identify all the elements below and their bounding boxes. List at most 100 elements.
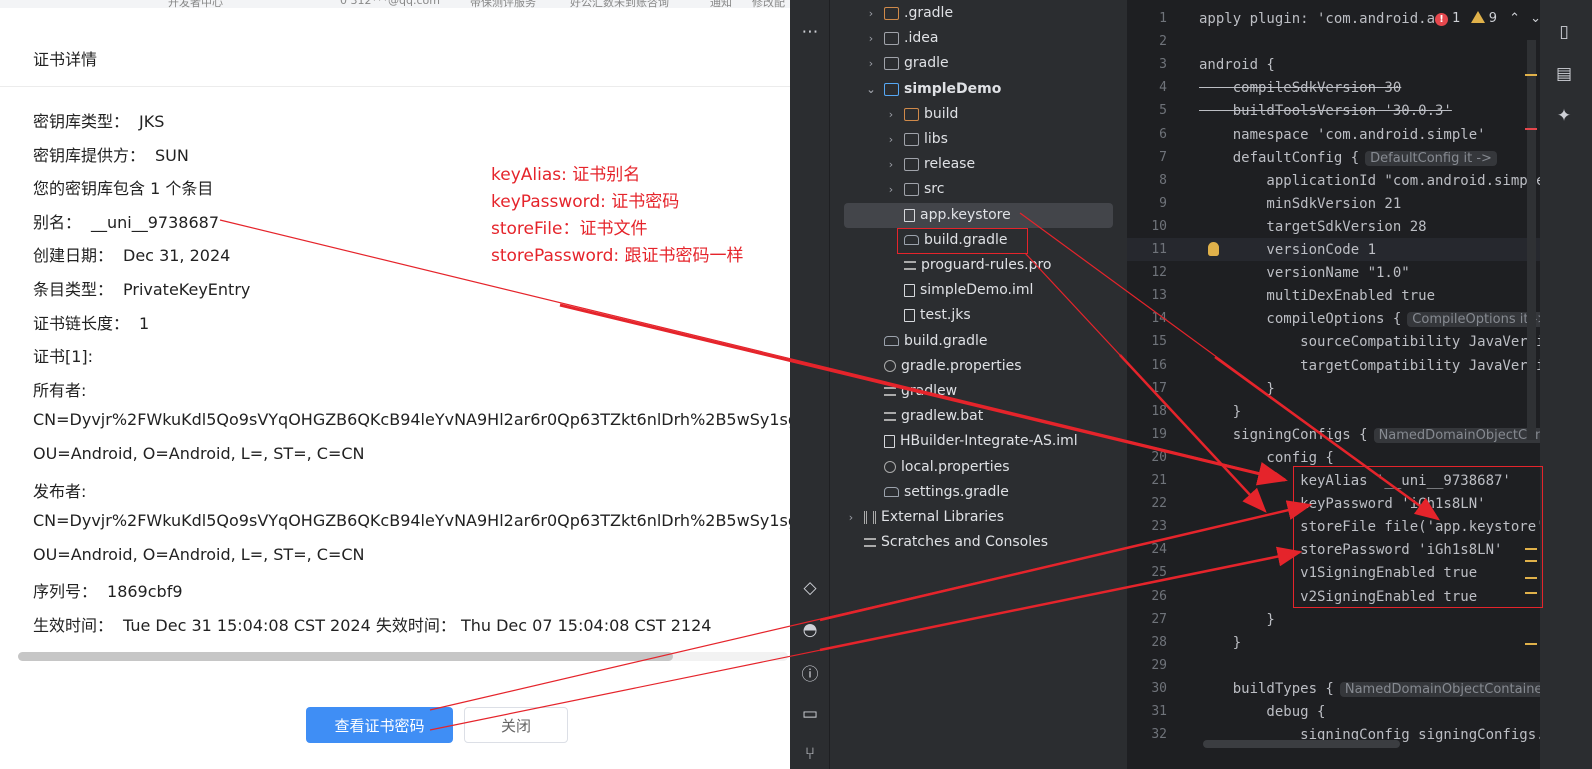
code-editor[interactable]: 1 2 3 4 5 6 7 8 9 10 11 12 13 14 15 16 17 18 19 20 21 22 23 24 2… [1127, 0, 1592, 769]
top-nav-item[interactable]: 好公汇数未到账咨询 [570, 0, 669, 8]
tree-item[interactable]: HBuilder-Integrate-AS.iml [864, 429, 1078, 454]
file-icon [904, 208, 915, 222]
tree-item[interactable]: › src [884, 177, 945, 202]
top-nav-item[interactable]: 带保测评服务 [470, 0, 536, 8]
chevron-down-icon[interactable]: ⌄ [864, 77, 878, 102]
code-line[interactable]: defaultConfig {DefaultConfig it -> [1199, 147, 1497, 170]
tree-item[interactable]: › External Libraries [844, 505, 1004, 530]
terminal-icon[interactable]: ▭ [798, 702, 822, 726]
tree-item[interactable]: app.keystore [884, 203, 1011, 228]
code-line[interactable]: multiDexEnabled true [1199, 285, 1435, 308]
tree-item[interactable]: test.jks [884, 303, 971, 328]
horizontal-scrollbar[interactable] [18, 652, 788, 661]
tree-item[interactable]: proguard-rules.pro [884, 253, 1051, 278]
chevron-right-icon[interactable]: › [864, 51, 878, 76]
tree-item[interactable]: gradlew.bat [864, 404, 983, 429]
chevron-right-icon[interactable]: › [884, 127, 898, 152]
more-icon[interactable]: ⋯ [798, 20, 822, 44]
inspection-widget[interactable]: ! 1 9 ⌃ ⌄ [1435, 11, 1541, 26]
code-line[interactable]: versionCode 1 [1199, 239, 1376, 262]
tree-item-label: libs [924, 131, 948, 147]
code-line[interactable]: minSdkVersion 21 [1199, 193, 1401, 216]
tree-item[interactable]: › .idea [864, 26, 939, 51]
top-nav-item[interactable]: 修改配 [752, 0, 785, 8]
git-icon[interactable]: ⑂ [798, 742, 822, 766]
close-button[interactable]: 关闭 [464, 707, 568, 743]
problems-icon[interactable]: ⓘ [798, 660, 822, 685]
detail-label: 证书[1]: [33, 347, 94, 367]
error-icon: ! [1435, 13, 1448, 26]
tree-item[interactable]: settings.gradle [864, 480, 1009, 505]
lightbulb-icon[interactable] [1208, 242, 1219, 256]
line-number: 31 [1151, 704, 1167, 719]
chevron-right-icon[interactable]: › [864, 1, 878, 26]
code-line[interactable]: } [1199, 378, 1274, 401]
detail-row: 生效时间： Tue Dec 31 15:04:08 CST 2024 失效时间： … [33, 612, 711, 636]
code-line[interactable]: versionName "1.0" [1199, 262, 1409, 285]
layout-icon[interactable]: ▤ [1552, 62, 1576, 86]
code-text: applicationId "com.android.simple" [1199, 172, 1554, 189]
chevron-right-icon[interactable]: › [844, 505, 858, 530]
code-line[interactable]: targetCompatibility JavaVersio [1199, 355, 1553, 378]
gem-icon[interactable]: ◇ [798, 576, 822, 600]
code-line[interactable]: apply plugin: 'com.android.a [1199, 8, 1435, 31]
chevron-right-icon[interactable]: › [884, 177, 898, 202]
code-line[interactable]: namespace 'com.android.simple' [1199, 124, 1486, 147]
top-nav-item[interactable]: 通知 [710, 0, 732, 8]
code-line[interactable]: compileSdkVersion 30 [1199, 77, 1402, 100]
line-number: 5 [1159, 103, 1167, 119]
editor-horizontal-scrollbar[interactable] [1203, 740, 1400, 748]
annotation-line: storeFile：证书文件 [491, 219, 648, 239]
code-line[interactable]: sourceCompatibility JavaVersio [1199, 331, 1553, 354]
code-line[interactable]: } [1199, 609, 1274, 632]
module-icon [884, 82, 899, 96]
tree-item[interactable]: simpleDemo.iml [884, 278, 1033, 303]
tree-item-label: Scratches and Consoles [881, 534, 1048, 551]
gear-icon [884, 360, 896, 373]
view-password-button[interactable]: 查看证书密码 [306, 707, 453, 743]
folder-icon [904, 133, 919, 146]
tree-item-label: settings.gradle [904, 483, 1009, 500]
tree-item[interactable]: › .gradle [864, 1, 953, 26]
tree-item[interactable]: Scratches and Consoles [844, 530, 1048, 555]
scrollbar-thumb[interactable] [18, 652, 673, 661]
detail-value: 1 [139, 313, 150, 333]
code-line[interactable]: compileOptions {CompileOptions it -> [1199, 308, 1554, 331]
tree-item[interactable]: gradlew [864, 379, 957, 404]
code-line[interactable]: buildToolsVersion '30.0.3' [1199, 100, 1452, 123]
tree-item[interactable]: gradle.properties [864, 354, 1022, 379]
code-line[interactable]: android { [1199, 54, 1275, 77]
code-line[interactable]: } [1199, 401, 1241, 424]
line-number: 10 [1151, 218, 1167, 234]
tree-item[interactable]: › release [884, 152, 975, 177]
tree-item-label: build [924, 105, 959, 122]
chevron-right-icon[interactable]: › [884, 152, 898, 177]
code-text: namespace 'com.android.simple' [1199, 126, 1486, 143]
chevron-right-icon[interactable]: › [884, 102, 898, 127]
tree-item[interactable]: › gradle [864, 51, 949, 76]
code-line[interactable]: applicationId "com.android.simple" [1199, 170, 1553, 193]
sparkle-icon[interactable]: ✦ [1552, 104, 1576, 128]
top-nav-item[interactable]: 开发者中心 [168, 0, 223, 8]
tree-item[interactable]: local.properties [864, 455, 1010, 480]
tree-item[interactable]: › build [884, 102, 959, 127]
tree-item[interactable]: ⌄ simpleDemo [864, 77, 1001, 102]
code-line[interactable]: signingConfigs {NamedDomainObjectConta [1199, 424, 1562, 447]
chevron-up-icon[interactable]: ⌃ [1509, 11, 1520, 26]
tree-item[interactable]: build.gradle [864, 329, 988, 354]
code-line[interactable]: debug { [1199, 701, 1325, 724]
code-text: } [1199, 403, 1242, 420]
tree-item[interactable]: › libs [884, 127, 948, 152]
code-line[interactable]: } [1199, 632, 1241, 655]
file-icon[interactable]: ▯ [1552, 20, 1576, 44]
line-number: 14 [1151, 311, 1167, 327]
top-nav-item[interactable]: 0 312***@qq.com [340, 0, 440, 7]
line-number: 11 [1151, 242, 1167, 257]
cat-icon[interactable]: ◓ [798, 618, 822, 642]
line-number: 3 [1159, 57, 1167, 73]
folder-icon [904, 183, 919, 197]
code-line[interactable]: targetSdkVersion 28 [1199, 216, 1426, 239]
chevron-right-icon[interactable]: › [864, 26, 878, 51]
editor-vertical-scrollbar[interactable] [1527, 40, 1536, 440]
code-line[interactable]: buildTypes {NamedDomainObjectContainer< [1199, 678, 1564, 701]
